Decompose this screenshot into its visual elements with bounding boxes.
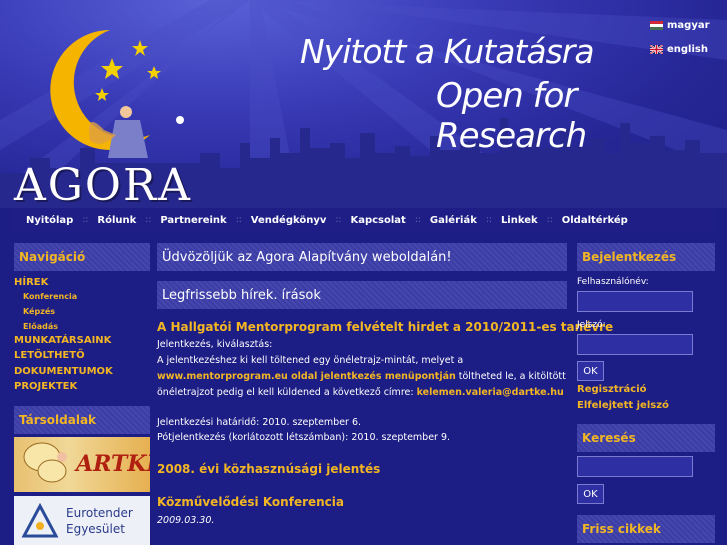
welcome-header: Üdvözöljük az Agora Alapítvány weboldalá… (157, 243, 567, 271)
language-link-magyar[interactable]: magyar (650, 20, 710, 31)
nav-separator: :: (145, 215, 152, 225)
sidebar-item-munkatarsaink[interactable]: MUNKATÁRSAINK (14, 335, 111, 346)
article-title-conference[interactable]: Közművelődési Konferencia (157, 495, 344, 509)
nav-separator: :: (235, 215, 242, 225)
sidebar-item-kepzes[interactable]: Képzés (23, 307, 55, 316)
register-link[interactable]: Regisztráció (577, 384, 647, 395)
password-input[interactable] (577, 334, 693, 355)
nav-separator: :: (414, 215, 421, 225)
eurotender-logo-icon (21, 502, 59, 538)
tagline-hungarian: Nyitott a Kutatásra (300, 32, 595, 71)
nav-separator: :: (335, 215, 342, 225)
hungary-flag-icon (650, 21, 663, 30)
nav-item-kapcsolat[interactable]: Kapcsolat (350, 215, 405, 226)
sidebar-item-letoltheto[interactable]: LETÖLTHETŐ (14, 350, 85, 361)
language-label-magyar: magyar (667, 20, 710, 31)
article-late-deadline: Pótjelentkezés (korlátozott létszámban):… (157, 432, 451, 443)
article-title-report-2008[interactable]: 2008. évi közhasznúsági jelentés (157, 462, 380, 476)
sidebar-item-konferencia[interactable]: Konferencia (23, 292, 77, 301)
article-text-fragment: töltheted le, a kitöltött (455, 371, 566, 382)
fairy-moon-logo (50, 30, 184, 158)
site-logo-text[interactable]: AGORA (14, 160, 192, 208)
site-header: AGORA Nyitott a Kutatásra Open for Resea… (0, 0, 727, 208)
article-text-line: önéletrajzot pedig el kell küldened a kö… (157, 387, 564, 398)
eurotender-banner-line1: Eurotender (66, 506, 133, 520)
article-date: 2009.03.30. (157, 515, 215, 526)
eurotender-banner[interactable]: Eurotender Egyesület (14, 496, 150, 545)
article-text-line: A jelentkezéshez ki kell töltened egy ön… (157, 355, 464, 366)
latest-news-header: Legfrissebb hírek. írások (157, 281, 567, 309)
artke-banner[interactable]: ARTKE (14, 437, 150, 492)
article-text-line: Jelentkezés, kiválasztás: (157, 339, 273, 350)
login-ok-button[interactable]: OK (577, 361, 604, 381)
navigation-panel-header: Navigáció (14, 243, 150, 271)
nav-item-linkek[interactable]: Linkek (501, 215, 538, 226)
mentorprogram-link[interactable]: www.mentorprogram.eu oldal jelentkezés m… (157, 371, 456, 382)
article-deadline: Jelentkezési határidő: 2010. szeptember … (157, 417, 362, 428)
search-ok-button[interactable]: OK (577, 484, 604, 504)
sidebar-item-hirek[interactable]: HÍREK (14, 277, 48, 288)
search-panel-header: Keresés (577, 424, 715, 452)
article-text-fragment: önéletrajzot pedig el kell küldened a kö… (157, 387, 417, 398)
contact-email-link[interactable]: kelemen.valeria@dartke.hu (417, 387, 564, 398)
search-input[interactable] (577, 456, 693, 477)
login-panel-header: Bejelentkezés (577, 243, 715, 271)
uk-flag-icon (650, 45, 663, 54)
main-navigation: Nyitólap :: Rólunk :: Partnereink :: Ven… (10, 208, 717, 232)
nav-item-rolunk[interactable]: Rólunk (97, 215, 136, 226)
artke-banner-text: ARTKE (76, 451, 150, 477)
username-input[interactable] (577, 291, 693, 312)
fresh-articles-panel-header: Friss cikkek (577, 515, 715, 543)
language-link-english[interactable]: english (650, 44, 708, 55)
article-title-mentorprogram[interactable]: A Hallgatói Mentorprogram felvételt hird… (157, 320, 613, 334)
nav-separator: :: (546, 215, 553, 225)
nav-separator: :: (82, 215, 89, 225)
nav-item-oldalterkep[interactable]: Oldaltérkép (562, 215, 628, 226)
forgot-password-link[interactable]: Elfelejtett jelszó (577, 400, 669, 411)
eurotender-banner-line2: Egyesület (66, 522, 125, 536)
sidebar-item-dokumentumok[interactable]: DOKUMENTUMOK (14, 366, 113, 377)
nav-separator: :: (485, 215, 492, 225)
nav-item-galeriak[interactable]: Galériák (430, 215, 477, 226)
nav-item-vendegkonyv[interactable]: Vendégkönyv (251, 215, 327, 226)
tagline-english: Open for Research (436, 76, 587, 156)
username-label: Felhasználónév: (577, 277, 649, 287)
sidebar-item-eloadas[interactable]: Előadás (23, 322, 58, 331)
language-label-english: english (667, 44, 708, 55)
nav-item-nyitolap[interactable]: Nyitólap (26, 215, 73, 226)
sidebar-item-projektek[interactable]: PROJEKTEK (14, 381, 77, 392)
partner-sites-panel-header: Társoldalak (14, 406, 150, 434)
password-label: Jelszó: (577, 320, 606, 330)
article-text-line: www.mentorprogram.eu oldal jelentkezés m… (157, 371, 566, 382)
nav-item-partnereink[interactable]: Partnereink (160, 215, 226, 226)
